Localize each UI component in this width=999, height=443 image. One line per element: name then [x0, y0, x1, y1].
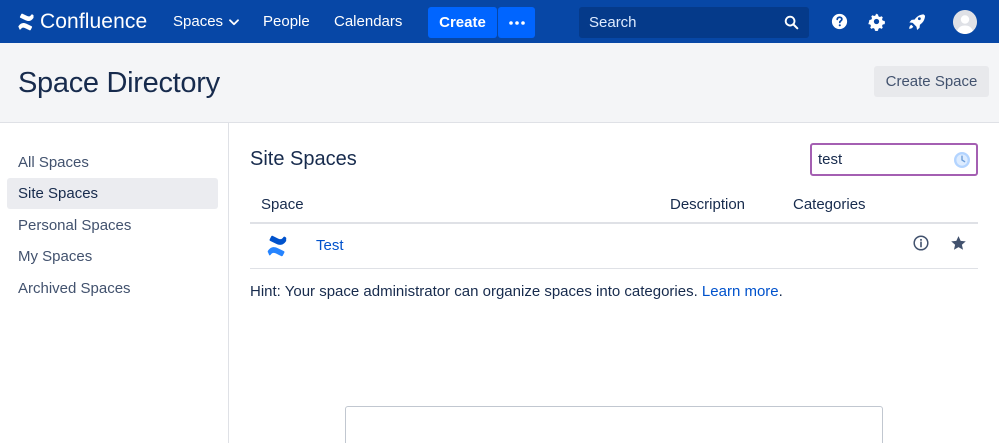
- learn-more-link[interactable]: Learn more: [702, 283, 779, 300]
- rocket-icon[interactable]: [907, 12, 926, 31]
- nav-spaces-label: Spaces: [173, 13, 224, 30]
- nav-people[interactable]: People: [263, 0, 310, 43]
- page-header: Space Directory Create Space: [0, 43, 999, 123]
- section-title: Site Spaces: [250, 148, 357, 170]
- more-create-options-button[interactable]: [498, 7, 535, 38]
- create-button[interactable]: Create: [428, 7, 497, 38]
- hint-text: Hint: Your space administrator can organ…: [250, 283, 702, 300]
- chevron-down-icon: [229, 18, 239, 25]
- table-row-divider: [250, 268, 978, 269]
- hint-end: .: [778, 283, 783, 300]
- avatar[interactable]: [953, 10, 977, 34]
- page-title: Space Directory: [18, 67, 220, 99]
- sidebar-item-site-spaces[interactable]: Site Spaces: [7, 178, 218, 209]
- sidebar-item-archived-spaces[interactable]: Archived Spaces: [7, 273, 218, 304]
- column-header-categories[interactable]: Categories: [793, 196, 866, 213]
- space-filter-input[interactable]: [812, 145, 947, 174]
- create-space-button[interactable]: Create Space: [874, 66, 989, 97]
- sidebar-item-my-spaces[interactable]: My Spaces: [7, 241, 218, 272]
- help-icon[interactable]: [830, 12, 849, 31]
- top-navigation-bar: Confluence Spaces People Calendars Creat…: [0, 0, 999, 43]
- column-header-space[interactable]: Space: [261, 196, 304, 213]
- lower-panel: [345, 406, 883, 443]
- sidebar-item-all-spaces[interactable]: All Spaces: [7, 147, 218, 178]
- info-icon[interactable]: [913, 235, 929, 251]
- global-search: [579, 7, 809, 38]
- space-logo-icon[interactable]: [266, 235, 288, 257]
- app-name: Confluence: [40, 10, 148, 33]
- table-header-divider: [250, 222, 978, 224]
- search-icon[interactable]: [784, 15, 799, 30]
- sidebar: All Spaces Site Spaces Personal Spaces M…: [0, 123, 229, 443]
- confluence-logo[interactable]: Confluence: [17, 9, 147, 35]
- sidebar-item-personal-spaces[interactable]: Personal Spaces: [7, 210, 218, 241]
- nav-spaces-dropdown[interactable]: Spaces: [173, 0, 239, 43]
- space-filter: [810, 143, 978, 176]
- clock-icon[interactable]: [953, 151, 971, 169]
- avatar-icon: [953, 10, 977, 34]
- confluence-logo-icon: [18, 13, 34, 31]
- gear-icon[interactable]: [867, 12, 886, 31]
- global-search-input[interactable]: [579, 7, 779, 38]
- space-link-test[interactable]: Test: [316, 237, 344, 254]
- more-dots-icon: [508, 20, 525, 25]
- categories-hint: Hint: Your space administrator can organ…: [250, 283, 783, 300]
- star-icon[interactable]: [950, 235, 967, 252]
- nav-calendars[interactable]: Calendars: [334, 0, 402, 43]
- column-header-description[interactable]: Description: [670, 196, 745, 213]
